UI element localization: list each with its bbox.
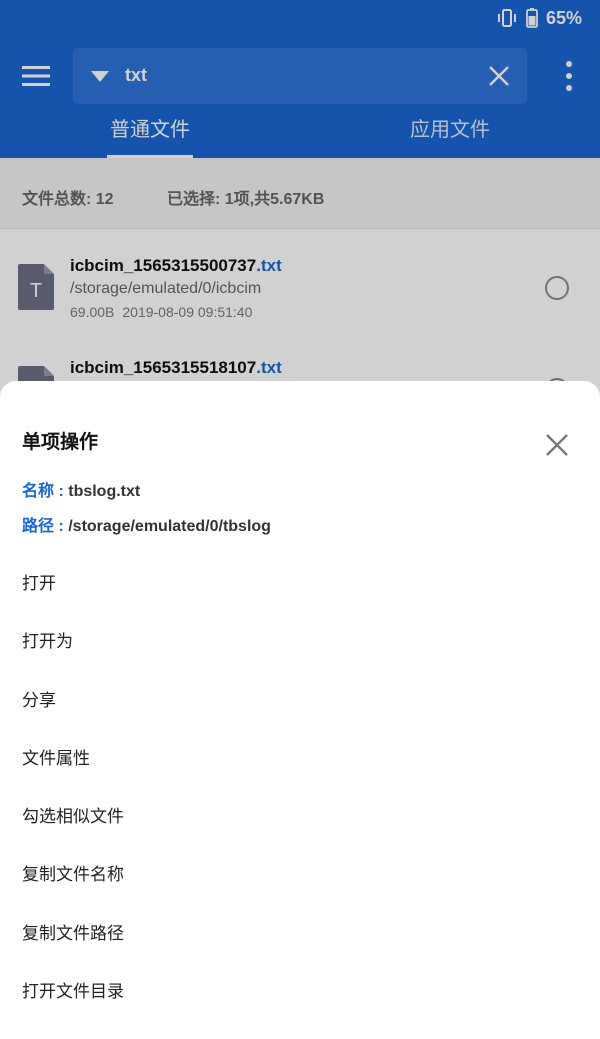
close-icon[interactable]: [545, 433, 569, 457]
file-path-info: 路径 : /storage/emulated/0/tbslog: [22, 512, 271, 536]
action-select-similar[interactable]: 勾选相似文件: [0, 788, 600, 846]
path-label: 路径 :: [22, 518, 64, 535]
action-open-as[interactable]: 打开为: [0, 613, 600, 671]
action-list: 打开 打开为 分享 文件属性 勾选相似文件 复制文件名称 复制文件路径 打开文件…: [0, 555, 600, 1021]
action-copy-name[interactable]: 复制文件名称: [0, 846, 600, 904]
file-name-info: 名称 : tbslog.txt: [22, 477, 140, 501]
action-properties[interactable]: 文件属性: [0, 730, 600, 788]
name-label: 名称 :: [22, 483, 64, 500]
path-value: /storage/emulated/0/tbslog: [68, 518, 271, 535]
action-share[interactable]: 分享: [0, 672, 600, 730]
name-value: tbslog.txt: [68, 483, 141, 500]
action-open-directory[interactable]: 打开文件目录: [0, 963, 600, 1021]
action-open[interactable]: 打开: [0, 555, 600, 613]
sheet-title: 单项操作: [22, 432, 99, 453]
action-sheet: 单项操作 名称 : tbslog.txt 路径 : /storage/emula…: [0, 381, 600, 1039]
action-copy-path[interactable]: 复制文件路径: [0, 905, 600, 963]
